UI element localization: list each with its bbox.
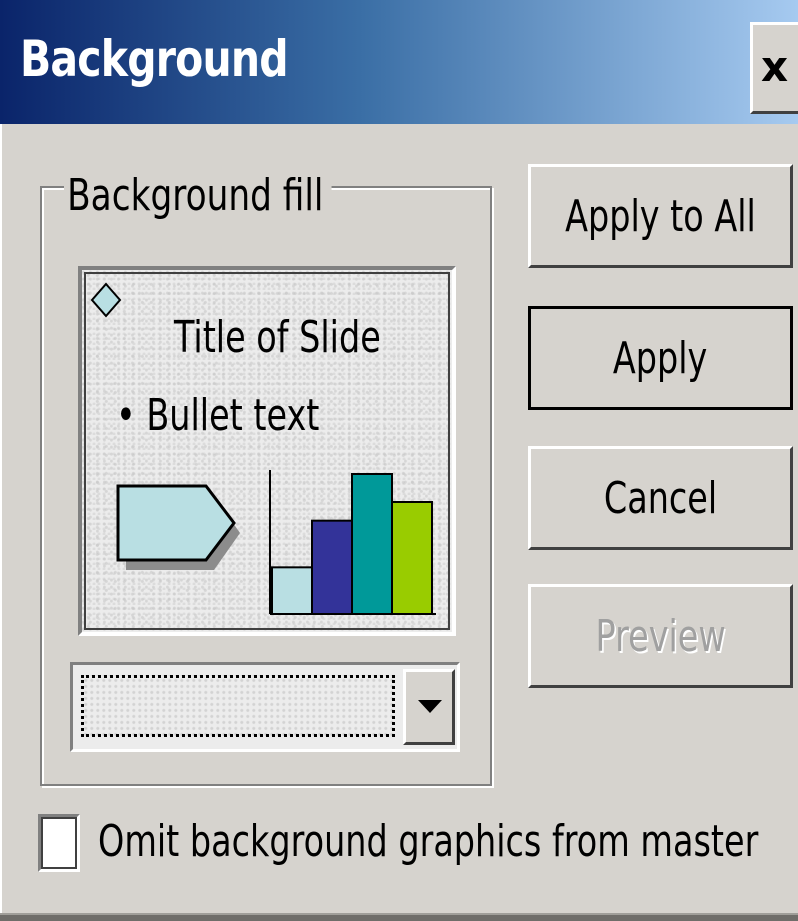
omit-graphics-checkbox[interactable]: [38, 814, 80, 872]
chart-bar-1: [271, 566, 313, 616]
fill-select[interactable]: [70, 662, 460, 752]
title-bar[interactable]: Background x: [0, 0, 798, 124]
preview-bullet-text: • Bullet text: [116, 390, 320, 441]
window-bottom-edge: [0, 913, 798, 921]
apply-to-all-label: Apply to All: [565, 190, 756, 242]
cancel-button[interactable]: Cancel: [528, 446, 793, 550]
background-dialog: Background x Background fill Title of Sl…: [0, 0, 798, 921]
fill-select-dropdown-button[interactable]: [403, 669, 455, 745]
close-icon: x: [761, 42, 789, 91]
diamond-icon: [90, 282, 122, 318]
background-fill-legend: Background fill: [64, 168, 332, 224]
slide-preview: Title of Slide • Bullet text: [78, 266, 456, 636]
apply-to-all-button[interactable]: Apply to All: [528, 164, 793, 268]
apply-label: Apply: [613, 332, 708, 384]
close-button[interactable]: x: [750, 22, 798, 114]
chart-bar-3: [351, 473, 393, 615]
omit-graphics-label[interactable]: Omit background graphics from master: [98, 812, 758, 872]
preview-label: Preview: [595, 610, 726, 662]
chevron-down-icon: [418, 700, 442, 713]
dialog-title: Background: [20, 30, 289, 88]
preview-slide-title: Title of Slide: [174, 312, 381, 363]
fill-select-value[interactable]: [81, 675, 395, 737]
chart-bar-4: [391, 501, 433, 615]
cancel-label: Cancel: [603, 472, 718, 524]
preview-button: Preview: [528, 584, 793, 688]
chart-bar-2: [311, 519, 353, 616]
apply-button[interactable]: Apply: [528, 306, 793, 410]
